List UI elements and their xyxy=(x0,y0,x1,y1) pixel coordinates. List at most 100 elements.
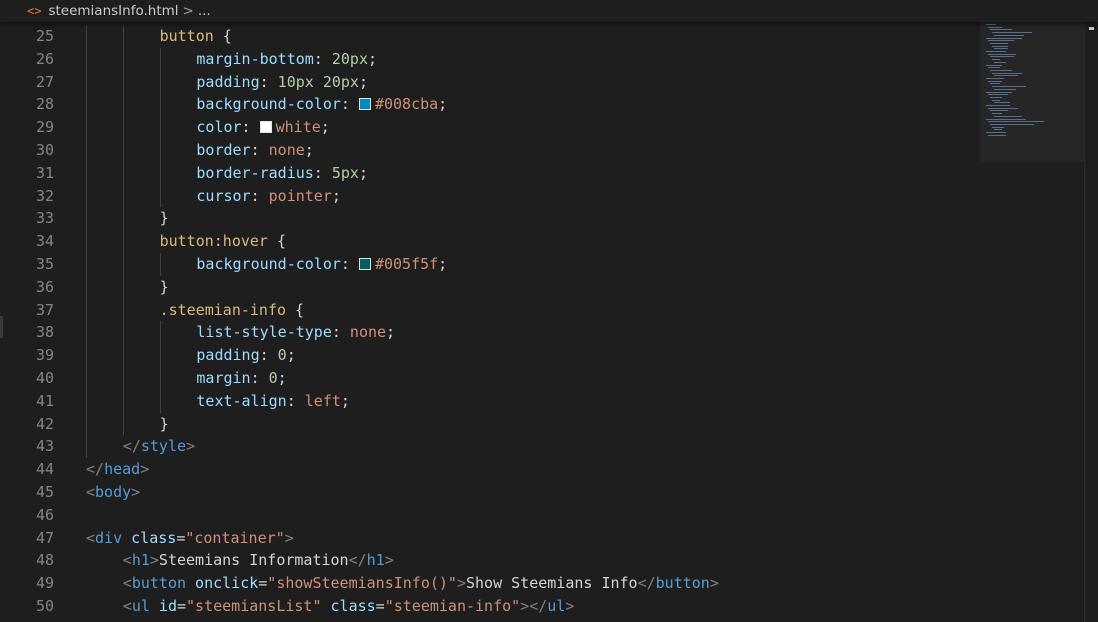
code-line[interactable]: 48 <h1>Steemians Information</h1> xyxy=(0,549,980,572)
code-line[interactable]: 47 <div class="container"> xyxy=(0,527,980,550)
line-number: 49 xyxy=(35,574,54,593)
code-line[interactable]: 25 button { xyxy=(0,25,980,48)
code-text: color: white; xyxy=(196,116,329,139)
minimap-line xyxy=(992,32,1032,34)
minimap-line xyxy=(994,48,1008,50)
code-token: < xyxy=(122,551,132,570)
minimap-line xyxy=(988,67,1000,69)
code-token: : xyxy=(313,49,332,68)
code-token: 20px xyxy=(331,49,368,68)
code-line[interactable]: 26 margin-bottom: 20px; xyxy=(0,48,980,71)
code-token: = xyxy=(258,574,268,593)
code-token: ; xyxy=(340,391,350,410)
code-line[interactable]: 32 cursor: pointer; xyxy=(0,185,980,208)
code-line[interactable]: 29 color: white; xyxy=(0,116,980,139)
code-text: border-radius: 5px; xyxy=(196,162,368,185)
code-token: margin xyxy=(196,369,251,387)
code-line[interactable]: 36} xyxy=(0,276,980,299)
color-swatch[interactable] xyxy=(358,98,371,111)
code-text: button:hover { xyxy=(160,230,286,253)
line-number: 48 xyxy=(35,551,54,570)
code-token: = xyxy=(176,528,186,547)
line-number: 25 xyxy=(35,27,54,45)
code-token: > xyxy=(456,574,466,593)
color-swatch[interactable] xyxy=(259,121,272,134)
code-line[interactable]: 37 .steemian-info { xyxy=(0,299,980,322)
code-line[interactable]: 49 <button onclick="showSteemiansInfo()">… xyxy=(0,572,980,595)
code-line[interactable]: 50 <ul id="steemiansList" class="steemian… xyxy=(0,595,980,618)
indent-guide xyxy=(86,25,87,459)
code-text: .steemian-info { xyxy=(160,299,305,322)
minimap-line xyxy=(992,126,1004,128)
code-token: color xyxy=(196,118,242,137)
code-line[interactable]: 40 margin: 0; xyxy=(0,367,980,390)
code-token: onclick xyxy=(195,574,259,593)
code-line[interactable]: 42} xyxy=(0,413,980,436)
code-token: > xyxy=(384,551,394,570)
code-line[interactable]: 38 list-style-type: none; xyxy=(0,321,980,344)
breadcrumb-file[interactable]: steemiansInfo.html xyxy=(48,3,178,19)
code-line[interactable]: 27 padding: 10px 20px; xyxy=(0,71,980,94)
code-token: id xyxy=(158,597,177,615)
minimap-line xyxy=(988,121,1044,123)
code-token: : xyxy=(331,323,350,342)
minimap-line xyxy=(990,69,1012,71)
code-line[interactable]: 44 </head> xyxy=(0,458,980,481)
line-number: 44 xyxy=(35,460,54,479)
minimap-line xyxy=(992,72,1022,74)
minimap[interactable] xyxy=(980,22,1084,162)
indent-guide xyxy=(159,253,161,276)
code-token: : xyxy=(241,118,260,137)
chevron-right-icon: > xyxy=(182,3,194,19)
code-line[interactable]: 41 text-align: left; xyxy=(0,390,980,413)
code-token: button xyxy=(655,574,710,593)
code-token: : xyxy=(259,346,278,365)
line-number: 37 xyxy=(35,300,54,319)
minimap-line xyxy=(986,51,1006,52)
breadcrumb-more[interactable]: ... xyxy=(198,3,211,19)
code-token: : xyxy=(340,255,359,273)
code-line[interactable]: 39 padding: 0; xyxy=(0,344,980,367)
code-line[interactable]: 45 <body> xyxy=(0,481,980,504)
color-swatch[interactable] xyxy=(358,258,371,270)
code-token: </ xyxy=(122,437,141,456)
code-line[interactable]: 43 </style> xyxy=(0,435,980,458)
code-line[interactable]: 30 border: none; xyxy=(0,139,980,162)
code-token: background-color xyxy=(196,95,341,114)
code-text: cursor: pointer; xyxy=(196,185,341,208)
code-token: ; xyxy=(277,369,287,387)
code-token: > xyxy=(565,597,575,615)
code-line[interactable]: 31 border-radius: 5px; xyxy=(0,162,980,185)
code-line[interactable]: 33} xyxy=(0,207,980,230)
minimap-line xyxy=(992,113,1002,115)
code-text: <button onclick="showSteemiansInfo()">Sh… xyxy=(123,572,719,595)
code-token: ; xyxy=(304,141,314,159)
minimap-line xyxy=(986,118,1026,120)
vertical-scrollbar[interactable] xyxy=(1084,22,1098,622)
code-line[interactable]: 34 button:hover { xyxy=(0,230,980,253)
code-token: } xyxy=(159,414,169,433)
scrollbar-thumb[interactable] xyxy=(1089,27,1094,30)
code-token: 0 xyxy=(268,369,278,387)
line-number: 33 xyxy=(35,209,54,228)
code-text: <h1>Steemians Information</h1> xyxy=(123,549,394,572)
code-token: ; xyxy=(320,118,330,137)
code-editor[interactable]: 25 button {26 margin-bottom: 20px; 27 paddin… xyxy=(0,25,980,622)
code-token: h1 xyxy=(131,551,150,570)
code-token: : xyxy=(250,141,269,159)
minimap-line xyxy=(988,107,1018,109)
code-token: body xyxy=(95,483,132,501)
code-line[interactable]: 46 xyxy=(0,504,980,527)
minimap-line xyxy=(990,123,1034,125)
code-line[interactable]: 28 background-color: #008cba; xyxy=(0,93,980,116)
code-token: padding xyxy=(196,72,260,91)
code-token: pointer xyxy=(268,186,332,205)
html-file-icon: <> xyxy=(27,4,42,18)
code-text: </style> xyxy=(123,435,195,458)
minimap-line xyxy=(994,129,1002,131)
code-token: #005f5f xyxy=(374,255,439,273)
code-line[interactable]: 35 background-color: #005f5f; xyxy=(0,253,980,276)
